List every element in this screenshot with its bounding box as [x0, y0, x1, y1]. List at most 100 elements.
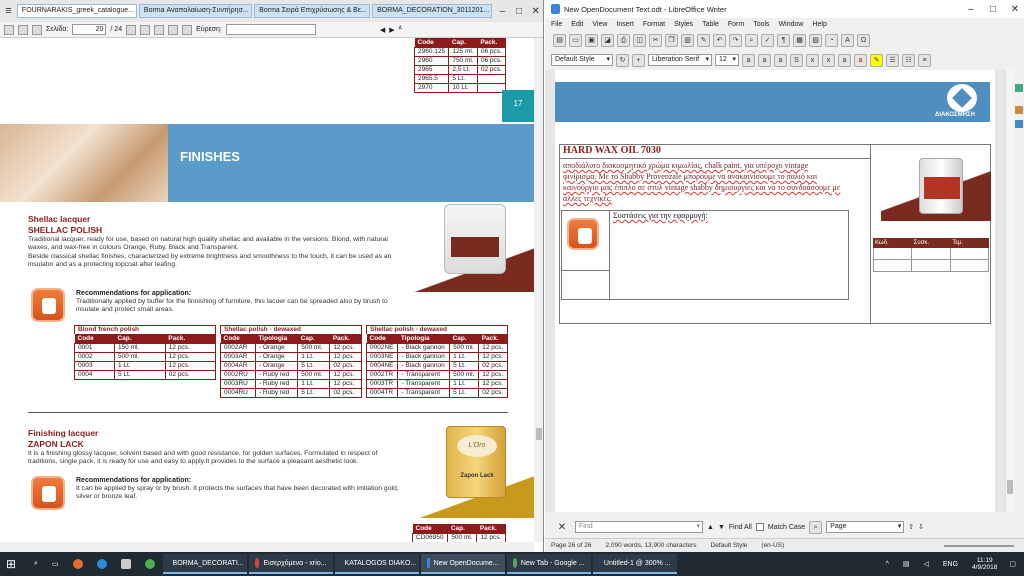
textbox-icon[interactable]: A [841, 33, 854, 47]
taskbar-app-1[interactable]: BORMA_DECORATI... [162, 554, 247, 574]
clone-icon[interactable]: ✎ [697, 33, 710, 47]
font-color-icon[interactable]: a [854, 53, 867, 67]
writer-vertical-scrollbar[interactable] [1005, 70, 1014, 512]
zoom-icon[interactable] [154, 24, 165, 35]
match-case-checkbox[interactable] [755, 523, 764, 531]
undo-icon[interactable]: ↶ [713, 33, 726, 47]
page-number-input[interactable]: 20 [72, 24, 107, 35]
taskbar-app-3[interactable]: KATALOGOS DIAKO... [334, 554, 419, 574]
close-window-icon[interactable]: ✕ [527, 6, 543, 17]
next-page-icon[interactable] [140, 24, 151, 35]
numbering-icon[interactable]: ☷ [902, 53, 915, 67]
minimize-icon[interactable]: – [962, 4, 980, 15]
update-style-icon[interactable]: ↻ [616, 53, 629, 67]
font-name-select[interactable]: Liberation Serif [648, 54, 712, 66]
minimize-icon[interactable]: – [494, 6, 511, 17]
table-row[interactable] [873, 260, 989, 272]
italic-icon[interactable]: a [758, 53, 771, 67]
prev-page-icon[interactable] [126, 24, 137, 35]
menu-format[interactable]: Format [643, 21, 665, 28]
table-icon[interactable]: ▦ [793, 33, 806, 47]
pdf-tab-4[interactable]: BORMA_DECORATION_3011201...× [372, 4, 493, 18]
close-find-icon[interactable]: ✕ [553, 522, 571, 533]
product-heading[interactable]: HARD WAX OIL 7030 [563, 145, 661, 156]
shadow-icon[interactable]: a [838, 53, 851, 67]
paste-icon[interactable]: ▥ [681, 33, 694, 47]
search-input[interactable] [225, 24, 316, 35]
search-icon[interactable]: ⌕ [28, 554, 44, 574]
save-icon[interactable]: ▣ [585, 33, 598, 47]
bullets-icon[interactable]: ☰ [886, 53, 899, 67]
language-indicator[interactable]: ENG [937, 554, 964, 574]
special-char-icon[interactable]: Ω [857, 33, 870, 47]
fit-icon[interactable] [168, 24, 179, 35]
close-window-icon[interactable]: ✕ [1006, 4, 1024, 15]
edge-icon[interactable] [91, 554, 113, 574]
search-icon[interactable] [182, 24, 193, 35]
superscript-icon[interactable]: x [806, 53, 819, 67]
open-icon[interactable]: ▭ [569, 33, 582, 47]
pdf-tab-2[interactable]: Borma Αναπαλαίωση-Συντήρησ...× [138, 4, 253, 18]
print-icon[interactable]: ⎙ [617, 33, 630, 47]
pdf-tab-3[interactable]: Borma Σειρά Επιχρύσωσης & Βε...× [254, 4, 371, 18]
taskbar-app-4[interactable]: New OpenDocume... [420, 554, 505, 574]
spelling-icon[interactable]: ✓ [761, 33, 774, 47]
paragraph-style-select[interactable]: Default Style [551, 54, 613, 66]
menu-insert[interactable]: Insert [616, 21, 634, 28]
mail-icon[interactable] [115, 554, 137, 574]
find-next-icon[interactable]: ▶ [389, 26, 394, 34]
document-page[interactable]: ΔΙΑΚΟΣΜΗΣΗ HARD WAX OIL 7030 αποδιάλυτο … [555, 70, 995, 512]
font-size-select[interactable]: 12 [715, 54, 739, 66]
menu-edit[interactable]: Edit [571, 21, 583, 28]
tray-chevron-icon[interactable]: ^ [880, 554, 895, 574]
print-preview-icon[interactable]: ◫ [633, 33, 646, 47]
strikethrough-icon[interactable]: S [790, 53, 803, 67]
maximize-icon[interactable]: □ [984, 4, 1002, 15]
open-icon[interactable] [4, 24, 14, 35]
page-status[interactable]: Page 26 of 26 [551, 542, 591, 549]
word-count[interactable]: 2,090 words, 13,900 characters [605, 542, 696, 549]
menu-window[interactable]: Window [779, 21, 804, 28]
navigate-by-select[interactable]: Page [826, 521, 905, 533]
windows-start-icon[interactable]: ⊞ [0, 554, 26, 574]
underline-icon[interactable]: a [774, 53, 787, 67]
chart-icon[interactable]: ◔ [825, 33, 838, 47]
volume-icon[interactable]: ◁ [918, 554, 935, 574]
menu-tools[interactable]: Tools [753, 21, 769, 28]
scroll-thumb[interactable] [536, 428, 542, 440]
zoom-slider[interactable] [944, 544, 1014, 547]
find-input[interactable]: Find [575, 521, 703, 533]
pdf-vertical-scrollbar[interactable] [534, 38, 543, 542]
menu-file[interactable]: File [551, 21, 562, 28]
pdf-horizontal-scrollbar[interactable] [0, 542, 534, 552]
scroll-thumb[interactable] [1007, 480, 1013, 494]
match-icon[interactable]: ᴬ [399, 26, 402, 33]
find-prev-icon[interactable]: ▲ [707, 524, 714, 531]
product-description[interactable]: αποδιάλυτο διακοσμητικό χρώμα κιμωλίας, … [563, 160, 868, 204]
formatting-marks-icon[interactable]: ¶ [777, 33, 790, 47]
taskbar-app-5[interactable]: New Tab - Google ... [506, 554, 591, 574]
menu-styles[interactable]: Styles [674, 21, 693, 28]
task-view-icon[interactable]: ▭ [46, 554, 65, 574]
print-icon[interactable] [18, 24, 28, 35]
menu-form[interactable]: Form [728, 21, 744, 28]
new-icon[interactable]: ▤ [553, 33, 566, 47]
rec-label[interactable]: Συστάσεις για την εφαρμογή: [613, 211, 708, 220]
chrome-icon[interactable] [139, 554, 161, 574]
bold-icon[interactable]: a [742, 53, 755, 67]
redo-icon[interactable]: ↷ [729, 33, 742, 47]
firefox-icon[interactable] [67, 554, 89, 574]
styles-icon[interactable] [1015, 106, 1023, 114]
maximize-icon[interactable]: □ [511, 6, 528, 17]
align-left-icon[interactable]: ≡ [918, 53, 931, 67]
find-prev-icon[interactable]: ◀ [380, 26, 385, 34]
subscript-icon[interactable]: x [822, 53, 835, 67]
copy-icon[interactable]: ❐ [665, 33, 678, 47]
nav-down-icon[interactable]: ⇩ [918, 523, 924, 531]
find-all-button[interactable]: Find All [729, 524, 752, 531]
menu-icon[interactable]: ≡ [2, 4, 15, 18]
notifications-icon[interactable]: ▢ [1003, 554, 1022, 574]
find-replace-icon[interactable]: ⌕ [809, 520, 823, 534]
table-row[interactable] [873, 248, 989, 260]
menu-help[interactable]: Help [812, 21, 826, 28]
